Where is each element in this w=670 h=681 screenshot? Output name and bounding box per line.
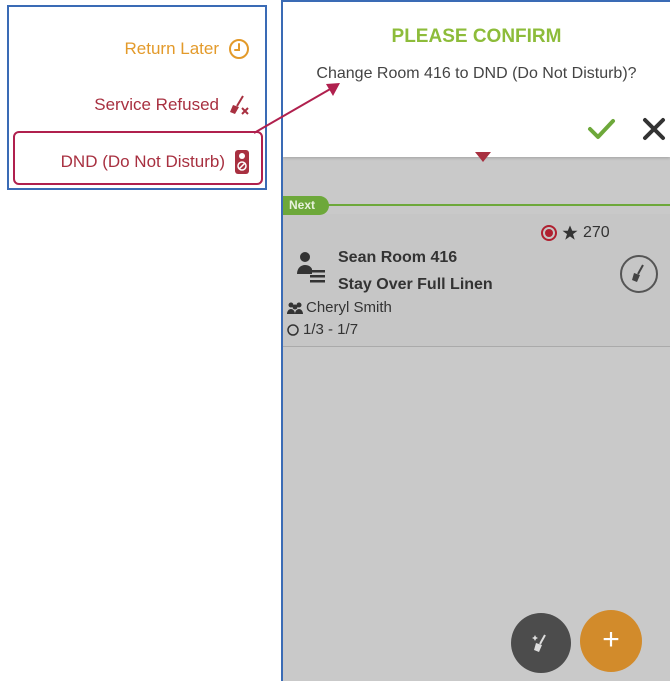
next-divider bbox=[283, 204, 670, 206]
service-type: Stay Over Full Linen bbox=[338, 276, 493, 293]
phone-screen: 270 Sean Room 416 Stay Over Full Linen C… bbox=[281, 0, 670, 681]
attendant: Cheryl Smith bbox=[287, 299, 392, 316]
check-icon[interactable] bbox=[586, 114, 616, 144]
dialog-pointer bbox=[475, 152, 491, 162]
broom-icon bbox=[632, 264, 644, 282]
service-refused-option[interactable]: Service Refused bbox=[94, 93, 251, 117]
priority: 270 bbox=[541, 224, 610, 242]
next-badge: Next bbox=[283, 196, 329, 215]
dialog-message: Change Room 416 to DND (Do Not Disturb)? bbox=[316, 65, 637, 82]
door-hanger-icon bbox=[235, 150, 249, 174]
stay-dates: 1/3 - 1/7 bbox=[287, 321, 358, 338]
clean-fab[interactable] bbox=[511, 613, 571, 673]
people-icon bbox=[287, 302, 303, 314]
service-refused-label: Service Refused bbox=[94, 95, 219, 114]
guest-linen-icon bbox=[297, 252, 325, 283]
circle-icon bbox=[287, 323, 299, 336]
priority-value: 270 bbox=[583, 224, 610, 241]
return-later-option[interactable]: Return Later bbox=[125, 37, 252, 61]
clock-icon bbox=[229, 39, 249, 59]
attendant-name: Cheryl Smith bbox=[306, 299, 392, 316]
dialog-title: PLEASE CONFIRM bbox=[391, 26, 562, 47]
confirm-dialog: PLEASE CONFIRM Change Room 416 to DND (D… bbox=[283, 2, 670, 162]
stay-dates-text: 1/3 - 1/7 bbox=[303, 321, 359, 338]
dnd-option[interactable]: DND (Do Not Disturb) bbox=[61, 149, 251, 175]
star-icon bbox=[562, 225, 578, 240]
clean-status-button[interactable] bbox=[620, 255, 658, 293]
sparkle-broom-icon bbox=[532, 634, 546, 652]
status-options-panel: Return Later Service Refused DND (Do Not… bbox=[7, 5, 267, 190]
close-icon[interactable] bbox=[639, 114, 669, 144]
status-dot-icon bbox=[541, 225, 557, 241]
add-fab[interactable]: + bbox=[580, 610, 642, 672]
broom-x-icon bbox=[230, 95, 249, 115]
room-name: Sean Room 416 bbox=[338, 249, 458, 266]
room-card[interactable]: 270 Sean Room 416 Stay Over Full Linen C… bbox=[283, 214, 670, 347]
dnd-label: DND (Do Not Disturb) bbox=[60, 152, 225, 171]
return-later-label: Return Later bbox=[124, 39, 220, 58]
